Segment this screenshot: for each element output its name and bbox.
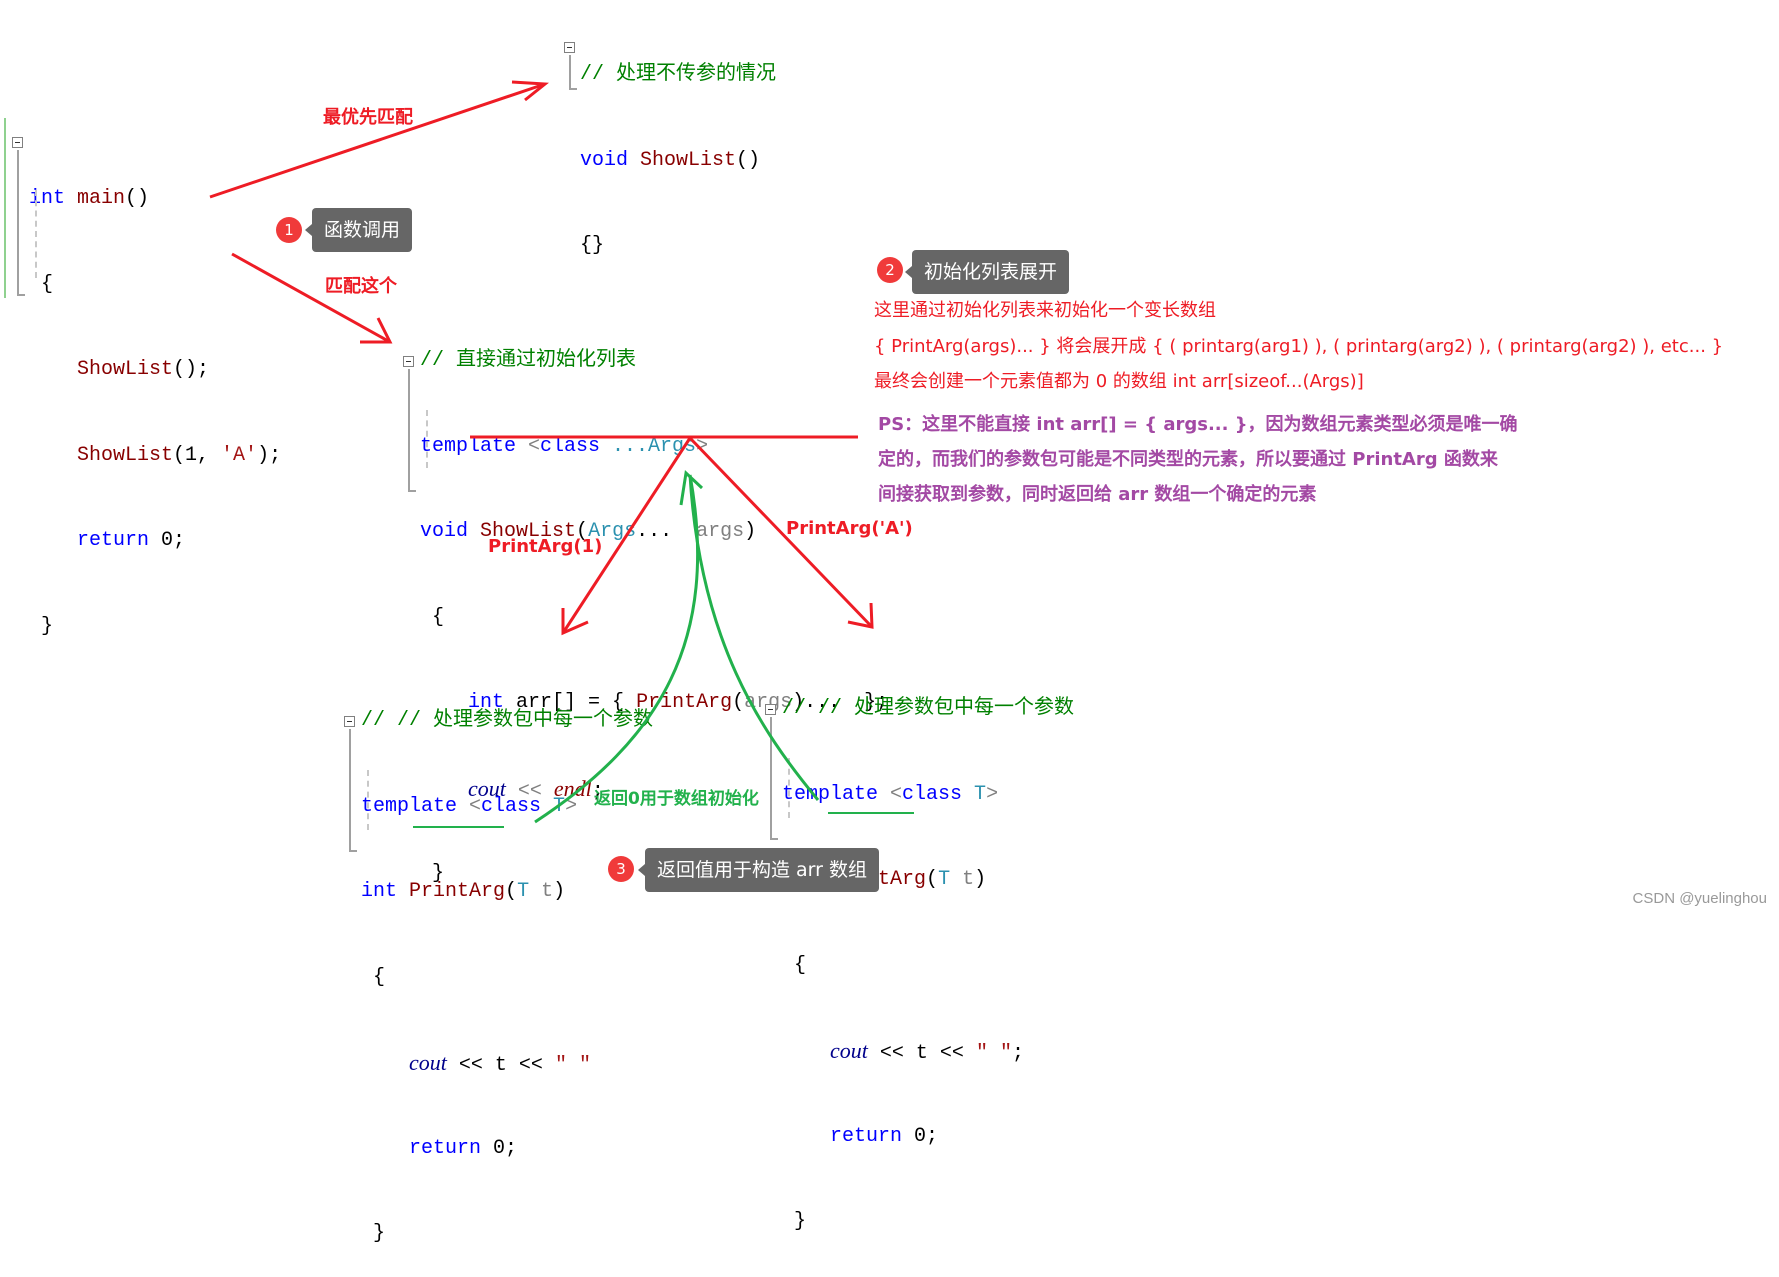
label-printarg-a: PrintArg('A') bbox=[786, 518, 913, 539]
arrow-return-left bbox=[534, 474, 700, 824]
label-match-this: 匹配这个 bbox=[325, 276, 397, 297]
note-purple-line-3: 间接获取到参数，同时返回给 arr 数组一个确定的元素 bbox=[878, 484, 1317, 505]
callout-badge-3: 3 bbox=[608, 856, 634, 882]
note-red-line-3: 最终会创建一个元素值都为 0 的数组 int arr[sizeof...(Arg… bbox=[874, 371, 1364, 392]
callout-tip-return-value: 返回值用于构造 arr 数组 bbox=[637, 848, 880, 892]
close-brace: } bbox=[794, 1210, 807, 1233]
note-red-line-1: 这里通过初始化列表来初始化一个变长数组 bbox=[874, 300, 1216, 321]
keyword: return bbox=[409, 1136, 482, 1160]
note-red-line-2: { PrintArg(args)... } 将会展开成 { ( printarg… bbox=[874, 336, 1724, 357]
cout: cout bbox=[409, 1050, 447, 1075]
arrow-match-this bbox=[231, 252, 391, 344]
return-value: 0; bbox=[481, 1136, 518, 1160]
label-highest-priority: 最优先匹配 bbox=[323, 107, 413, 128]
callout-badge-2: 2 bbox=[877, 257, 903, 283]
callout-tip-init-list-expand: 初始化列表展开 bbox=[904, 250, 1070, 294]
label-return-zero: 返回0用于数组初始化 bbox=[594, 789, 759, 809]
label-printarg-1: PrintArg(1) bbox=[488, 536, 603, 557]
callout-tip-function-call: 函数调用 bbox=[304, 208, 413, 252]
open-brace: { bbox=[373, 965, 386, 989]
arrow-highest-priority bbox=[209, 82, 546, 199]
watermark: CSDN @yuelinghou bbox=[1632, 890, 1767, 907]
string-literal: " " bbox=[554, 1054, 591, 1077]
open-brace: { bbox=[794, 953, 807, 977]
return-value: 0; bbox=[902, 1124, 939, 1148]
string-literal: " " bbox=[975, 1042, 1012, 1065]
semicolon: ; bbox=[1011, 1042, 1024, 1065]
note-purple-line-2: 定的，而我们的参数包可能是不同类型的元素，所以要通过 PrintArg 函数来 bbox=[878, 449, 1498, 470]
close-brace: } bbox=[373, 1222, 386, 1245]
cout: cout bbox=[830, 1038, 868, 1063]
callout-badge-1: 1 bbox=[276, 217, 302, 243]
stream-expr: << t << bbox=[446, 1054, 555, 1077]
keyword: return bbox=[830, 1124, 903, 1148]
stream-expr: << t << bbox=[867, 1042, 976, 1065]
note-purple-line-1: PS：这里不能直接 int arr[] = { args... }，因为数组元素… bbox=[878, 414, 1518, 435]
